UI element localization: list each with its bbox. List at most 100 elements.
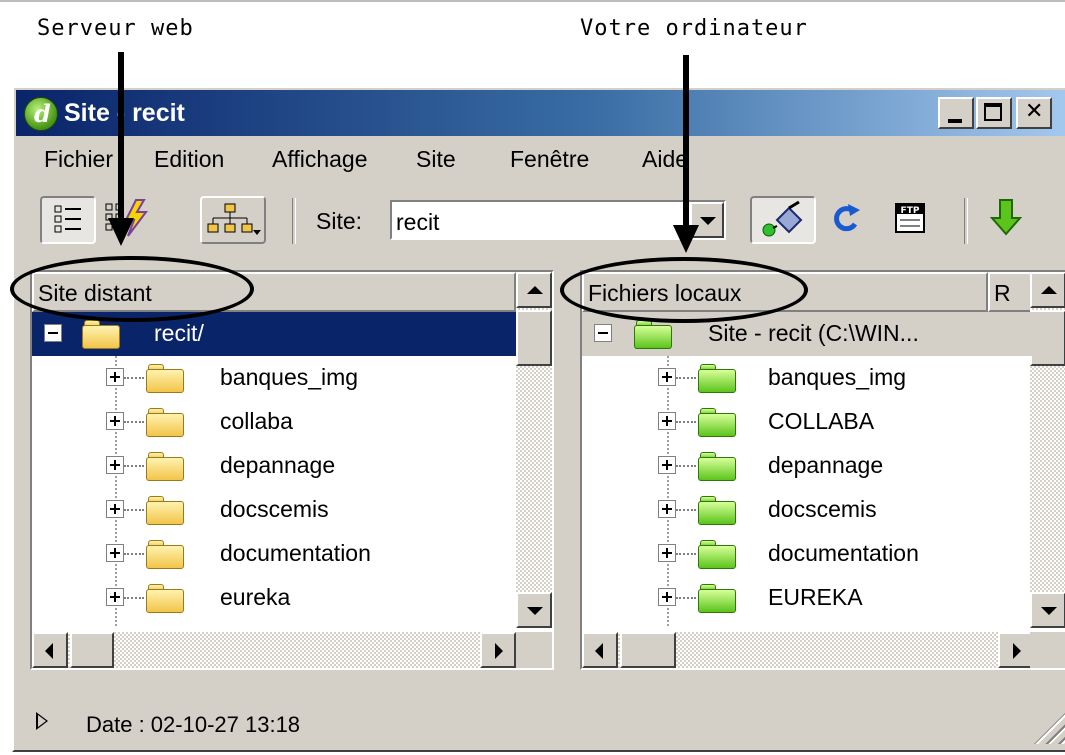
remote-pane: Site distant recit/ banques_img collaba … <box>30 270 554 670</box>
menu-fenetre[interactable]: Fenêtre <box>510 146 589 173</box>
expand-icon[interactable] <box>106 368 124 386</box>
scroll-left-button[interactable] <box>32 632 68 668</box>
refresh-button[interactable] <box>824 196 868 244</box>
scroll-up-button[interactable] <box>516 272 552 308</box>
scroll-left-button[interactable] <box>582 632 618 668</box>
fichiers-locaux-highlight-ellipse <box>560 257 808 323</box>
remote-horizontal-scrollbar[interactable] <box>32 632 516 668</box>
local-item-label: docscemis <box>768 496 877 522</box>
local-tree-item[interactable]: EUREKA <box>582 576 1065 620</box>
local-tree-item[interactable]: documentation <box>582 532 1065 576</box>
remote-tree-item[interactable]: documentation <box>32 532 552 576</box>
site-label: Site: <box>316 208 363 234</box>
close-button[interactable]: ✕ <box>1016 97 1052 129</box>
minimize-button[interactable] <box>938 97 974 129</box>
folder-icon <box>698 452 736 481</box>
folder-icon <box>698 496 736 525</box>
folder-icon <box>146 584 184 613</box>
remote-tree-item[interactable]: eureka <box>32 576 552 620</box>
menu-fichier[interactable]: Fichier <box>44 146 113 173</box>
scroll-up-button[interactable] <box>1030 272 1065 308</box>
expand-icon[interactable] <box>106 544 124 562</box>
folder-icon <box>698 408 736 437</box>
expand-icon[interactable] <box>658 500 676 518</box>
maximize-button[interactable] <box>976 97 1012 129</box>
menu-site[interactable]: Site <box>416 146 456 173</box>
local-tree-item[interactable]: COLLABA <box>582 400 1065 444</box>
status-bar: Date : 02-10-27 13:18 <box>16 698 1065 750</box>
get-files-button[interactable] <box>984 196 1032 244</box>
dreamweaver-app-icon[interactable] <box>24 97 58 131</box>
expand-icon[interactable] <box>106 588 124 606</box>
local-pane: Fichiers locaux R Site - recit (C:\WIN..… <box>580 270 1065 670</box>
expand-icon[interactable] <box>658 456 676 474</box>
folder-icon <box>146 540 184 569</box>
tree-connector <box>124 509 144 511</box>
remote-item-label: docscemis <box>220 496 329 522</box>
serveur-web-arrow-shaft <box>118 52 124 220</box>
expand-icon[interactable] <box>658 368 676 386</box>
remote-item-label: documentation <box>220 540 371 566</box>
expand-log-icon[interactable] <box>36 712 48 730</box>
connect-button[interactable] <box>750 196 816 244</box>
folder-icon <box>698 540 736 569</box>
menu-affichage[interactable]: Affichage <box>272 146 367 173</box>
menu-bar: Fichier Edition Affichage Site Fenêtre A… <box>16 138 1065 182</box>
status-text: Date : 02-10-27 13:18 <box>86 712 301 737</box>
remote-tree-item[interactable]: banques_img <box>32 356 552 400</box>
serveur-web-arrow-head <box>108 218 134 246</box>
menu-edition-label: Edition <box>154 146 225 172</box>
collapse-icon[interactable] <box>44 324 62 342</box>
menu-edition[interactable]: Edition <box>154 146 224 173</box>
menu-fenetre-label: Fenêtre <box>510 146 590 172</box>
local-tree-item[interactable]: banques_img <box>582 356 1065 400</box>
tree-connector <box>124 553 144 555</box>
local-tree-item[interactable]: docscemis <box>582 488 1065 532</box>
site-window: Site - recit ✕ Fichier Edition Affichage… <box>12 86 1065 752</box>
local-horizontal-scrollbar[interactable] <box>582 632 1034 668</box>
title-bar[interactable]: Site - recit ✕ <box>16 90 1065 136</box>
local-tree-item[interactable]: depannage <box>582 444 1065 488</box>
collapse-icon[interactable] <box>594 324 612 342</box>
tree-connector <box>676 465 696 467</box>
get-files-icon <box>989 199 1023 236</box>
local-item-label: depannage <box>768 452 884 478</box>
toolbar-separator-2 <box>964 198 968 244</box>
top-divider <box>0 0 1065 2</box>
votre-ordinateur-caption: Votre ordinateur <box>580 16 808 41</box>
local-item-label: documentation <box>768 540 919 566</box>
tree-connector <box>676 377 696 379</box>
scroll-right-button[interactable] <box>480 632 516 668</box>
remote-tree-item[interactable]: docscemis <box>32 488 552 532</box>
remote-tree-item[interactable]: collaba <box>32 400 552 444</box>
expand-icon[interactable] <box>106 412 124 430</box>
scrollbar-corner <box>1030 632 1065 668</box>
scroll-right-button[interactable] <box>998 632 1034 668</box>
toolbar: Site: recit FTP <box>16 188 1065 254</box>
local-root-label: Site - recit (C:\WIN... <box>708 320 919 346</box>
expand-icon[interactable] <box>658 588 676 606</box>
remote-item-label: collaba <box>220 408 293 434</box>
resize-grip-icon[interactable] <box>1034 710 1065 744</box>
local-column-header-2[interactable]: R <box>988 272 1034 312</box>
file-view-icon <box>54 205 81 233</box>
scroll-thumb-h[interactable] <box>620 632 676 668</box>
tree-connector <box>676 509 696 511</box>
tree-connector <box>124 377 144 379</box>
expand-icon[interactable] <box>106 500 124 518</box>
scroll-thumb-h[interactable] <box>70 632 114 668</box>
site-map-button[interactable] <box>200 196 266 244</box>
folder-icon <box>146 364 184 393</box>
scrollbar-corner <box>516 632 552 668</box>
tree-connector <box>124 465 144 467</box>
expand-icon[interactable] <box>658 544 676 562</box>
remote-tree-item[interactable]: depannage <box>32 444 552 488</box>
menu-affichage-label: Affichage <box>272 146 368 172</box>
file-view-button[interactable] <box>40 196 96 244</box>
local-item-label: EUREKA <box>768 584 863 610</box>
menu-aide[interactable]: Aide <box>642 146 688 173</box>
expand-icon[interactable] <box>658 412 676 430</box>
serveur-web-caption: Serveur web <box>37 16 194 41</box>
expand-icon[interactable] <box>106 456 124 474</box>
ftp-log-button[interactable]: FTP <box>886 196 936 244</box>
